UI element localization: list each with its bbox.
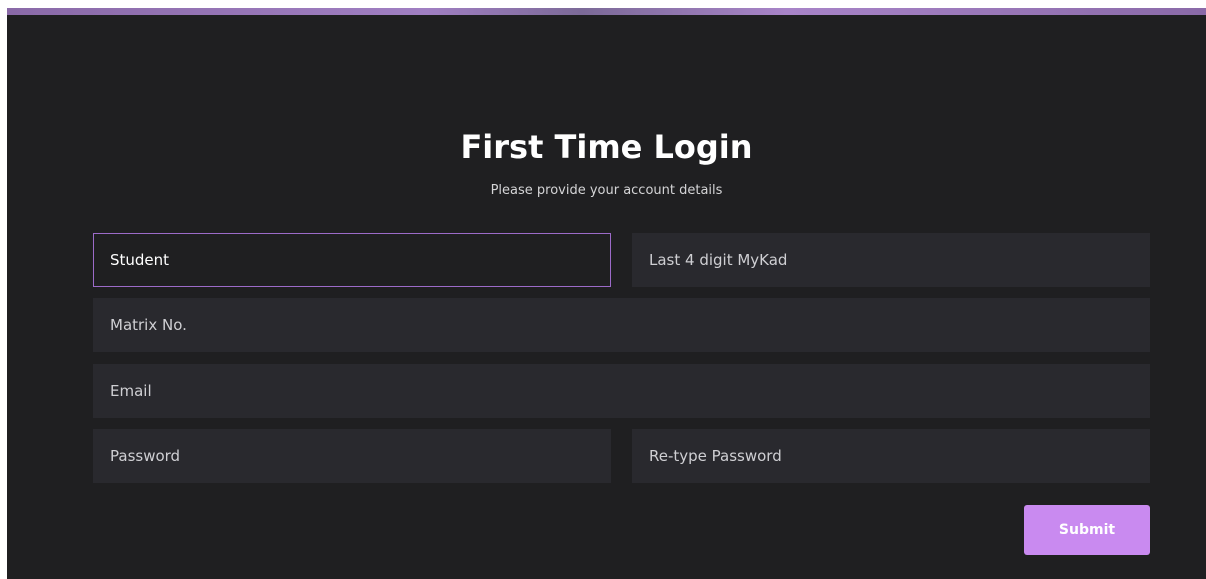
mykad-field[interactable]: Last 4 digit MyKad — [632, 233, 1150, 287]
retype-password-field-placeholder: Re-type Password — [649, 447, 782, 465]
student-field-text: Student — [110, 251, 170, 269]
password-field[interactable]: Password — [93, 429, 611, 483]
student-field[interactable]: Student — [93, 233, 611, 287]
top-accent-bar — [7, 8, 1206, 15]
retype-password-field[interactable]: Re-type Password — [632, 429, 1150, 483]
password-field-placeholder: Password — [110, 447, 181, 465]
matrix-no-field[interactable]: Matrix No. — [93, 298, 1150, 352]
page-subtitle: Please provide your account details — [490, 183, 723, 198]
page-title: First Time Login — [460, 128, 753, 166]
email-field-placeholder: Email — [110, 382, 152, 400]
matrix-no-field-placeholder: Matrix No. — [110, 316, 187, 334]
submit-button[interactable]: Submit — [1024, 505, 1150, 555]
login-panel: First Time Login Please provide your acc… — [7, 8, 1206, 579]
email-field[interactable]: Email — [93, 364, 1150, 418]
mykad-field-placeholder: Last 4 digit MyKad — [649, 251, 788, 269]
